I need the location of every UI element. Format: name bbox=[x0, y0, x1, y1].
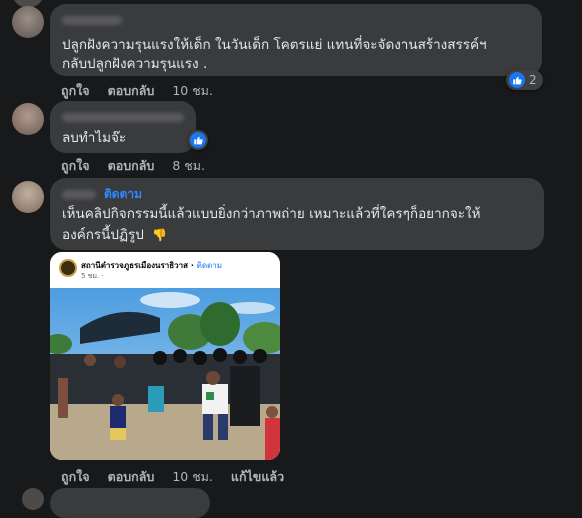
reply-button[interactable]: ตอบกลับ bbox=[108, 467, 155, 487]
like-icon bbox=[509, 72, 525, 88]
reaction-count: 2 bbox=[529, 73, 537, 87]
comment-bubble: ติดตาม เห็นคลิปกิจกรรมนี้แล้วแบบยิ่งกว่า… bbox=[50, 178, 544, 250]
follow-button[interactable]: ติดตาม bbox=[104, 185, 142, 204]
commenter-name[interactable] bbox=[62, 190, 96, 199]
reply-button[interactable]: ตอบกลับ bbox=[108, 81, 155, 101]
comment-time[interactable]: 10 ชม. bbox=[172, 81, 213, 101]
like-button[interactable]: ถูกใจ bbox=[61, 467, 90, 487]
avatar[interactable] bbox=[22, 488, 44, 510]
commenter-name[interactable] bbox=[62, 16, 122, 25]
shared-post-photo[interactable] bbox=[50, 288, 280, 460]
commenter-name[interactable] bbox=[62, 113, 184, 122]
reply-button[interactable]: ตอบกลับ bbox=[108, 156, 155, 176]
comment-bubble: ลบทำไมจ๊ะ bbox=[50, 101, 196, 153]
avatar[interactable] bbox=[12, 6, 44, 38]
comment-bubble: ปลูกฝังความรุนแรงให้เด็ก ในวันเด็ก โคตรแ… bbox=[50, 4, 542, 76]
reaction-summary[interactable] bbox=[188, 130, 208, 150]
avatar[interactable] bbox=[12, 103, 44, 135]
comment-bubble bbox=[50, 488, 210, 518]
like-icon bbox=[190, 132, 206, 148]
comment-time[interactable]: 10 ชม. bbox=[172, 467, 213, 487]
reaction-summary[interactable]: 2 bbox=[506, 70, 543, 90]
comment-text-line: ลบทำไมจ๊ะ bbox=[62, 130, 127, 146]
page-logo-icon[interactable] bbox=[59, 259, 77, 277]
like-button[interactable]: ถูกใจ bbox=[61, 156, 90, 176]
comment-actions: ถูกใจ ตอบกลับ 10 ชม. bbox=[61, 81, 213, 101]
shared-post-meta: 5 ชม. · bbox=[81, 272, 104, 280]
like-button[interactable]: ถูกใจ bbox=[61, 81, 90, 101]
comment-text-line: เห็นคลิปกิจกรรมนี้แล้วแบบยิ่งกว่าภาพถ่าย… bbox=[62, 206, 481, 222]
page-name: สถานีตำรวจภูธรเมืองนราธิวาส bbox=[81, 261, 189, 270]
comment-text-line: กลับปลูกฝังความรุนแรง . bbox=[62, 56, 208, 72]
edited-label[interactable]: แก้ไขแล้ว bbox=[231, 467, 284, 487]
comment-text-line: องค์กรนี้ปฏิรูป 👎 bbox=[62, 224, 167, 246]
shared-post-card[interactable]: สถานีตำรวจภูธรเมืองนราธิวาส · ติดตาม 5 ช… bbox=[50, 252, 280, 460]
comment-text: องค์กรนี้ปฏิรูป bbox=[62, 227, 144, 243]
shared-post-header: สถานีตำรวจภูธรเมืองนราธิวาส · ติดตาม 5 ช… bbox=[50, 252, 280, 288]
avatar[interactable] bbox=[12, 181, 44, 213]
comment-time[interactable]: 8 ชม. bbox=[172, 156, 205, 176]
comment-actions: ถูกใจ ตอบกลับ 10 ชม. แก้ไขแล้ว bbox=[61, 467, 284, 487]
page-follow-link[interactable]: ติดตาม bbox=[197, 261, 222, 270]
thumbs-down-emoji: 👎 bbox=[152, 228, 168, 242]
comment-actions: ถูกใจ ตอบกลับ 8 ชม. bbox=[61, 156, 205, 176]
